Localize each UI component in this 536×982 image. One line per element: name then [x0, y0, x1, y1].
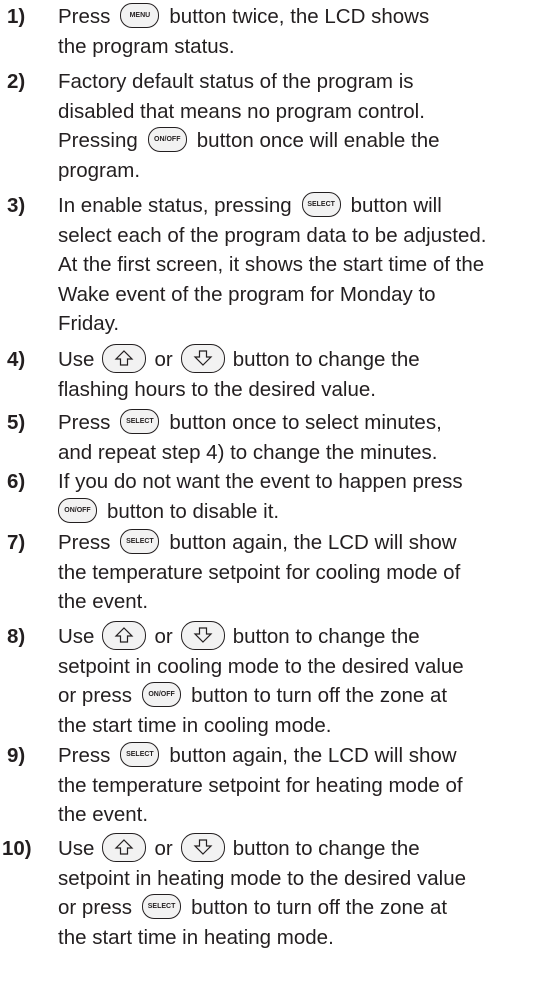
step-text: Use or button to change the flashing hours… [58, 344, 536, 404]
step-number: 7) [7, 531, 26, 554]
up-arrow-icon [102, 833, 147, 863]
down-arrow-icon [180, 344, 225, 374]
step-text: Press SELECT button once to select minutes… [58, 409, 442, 464]
step-text: Use or button to change the setpoint in co… [58, 621, 536, 740]
menu-button-icon: MENU [120, 3, 160, 29]
onoff-button-icon: ON/OFF [147, 127, 187, 153]
step-text: Use or button to change the setpoint in he… [58, 833, 536, 952]
up-arrow-icon [102, 621, 147, 651]
onoff-button-icon: ON/OFF [58, 497, 97, 523]
step-text: In enable status, pressing SELECT button w… [58, 192, 487, 335]
up-arrow-icon [102, 344, 147, 374]
down-arrow-icon [180, 621, 225, 651]
step-text: Press SELECT button again, the LCD will sh… [58, 529, 461, 613]
down-arrow-icon [180, 833, 225, 863]
step-number: 8) [7, 625, 26, 648]
step-text: If you do not want the event to happen p… [58, 470, 463, 523]
step-number: 3) [7, 194, 26, 217]
step-number: 4) [7, 348, 26, 371]
step-number: 10) [2, 837, 32, 860]
step-text: Press SELECT button again, the LCD will sh… [58, 742, 463, 826]
step-text: Factory default status of the program is… [58, 70, 440, 182]
step-number: 5) [7, 411, 26, 434]
select-button-icon: SELECT [120, 409, 160, 435]
select-button-icon: SELECT [301, 192, 341, 218]
select-button-icon: SELECT [120, 529, 160, 555]
step-number: 1) [7, 5, 26, 28]
onoff-button-icon: ON/OFF [142, 682, 182, 708]
step-number: 9) [7, 744, 26, 767]
step-text: Press MENU button twice, the LCD shows the… [58, 3, 430, 58]
step-number: 6) [7, 470, 26, 493]
select-button-icon: SELECT [120, 742, 160, 768]
select-button-icon: SELECT [142, 894, 182, 920]
step-number: 2) [7, 70, 26, 93]
